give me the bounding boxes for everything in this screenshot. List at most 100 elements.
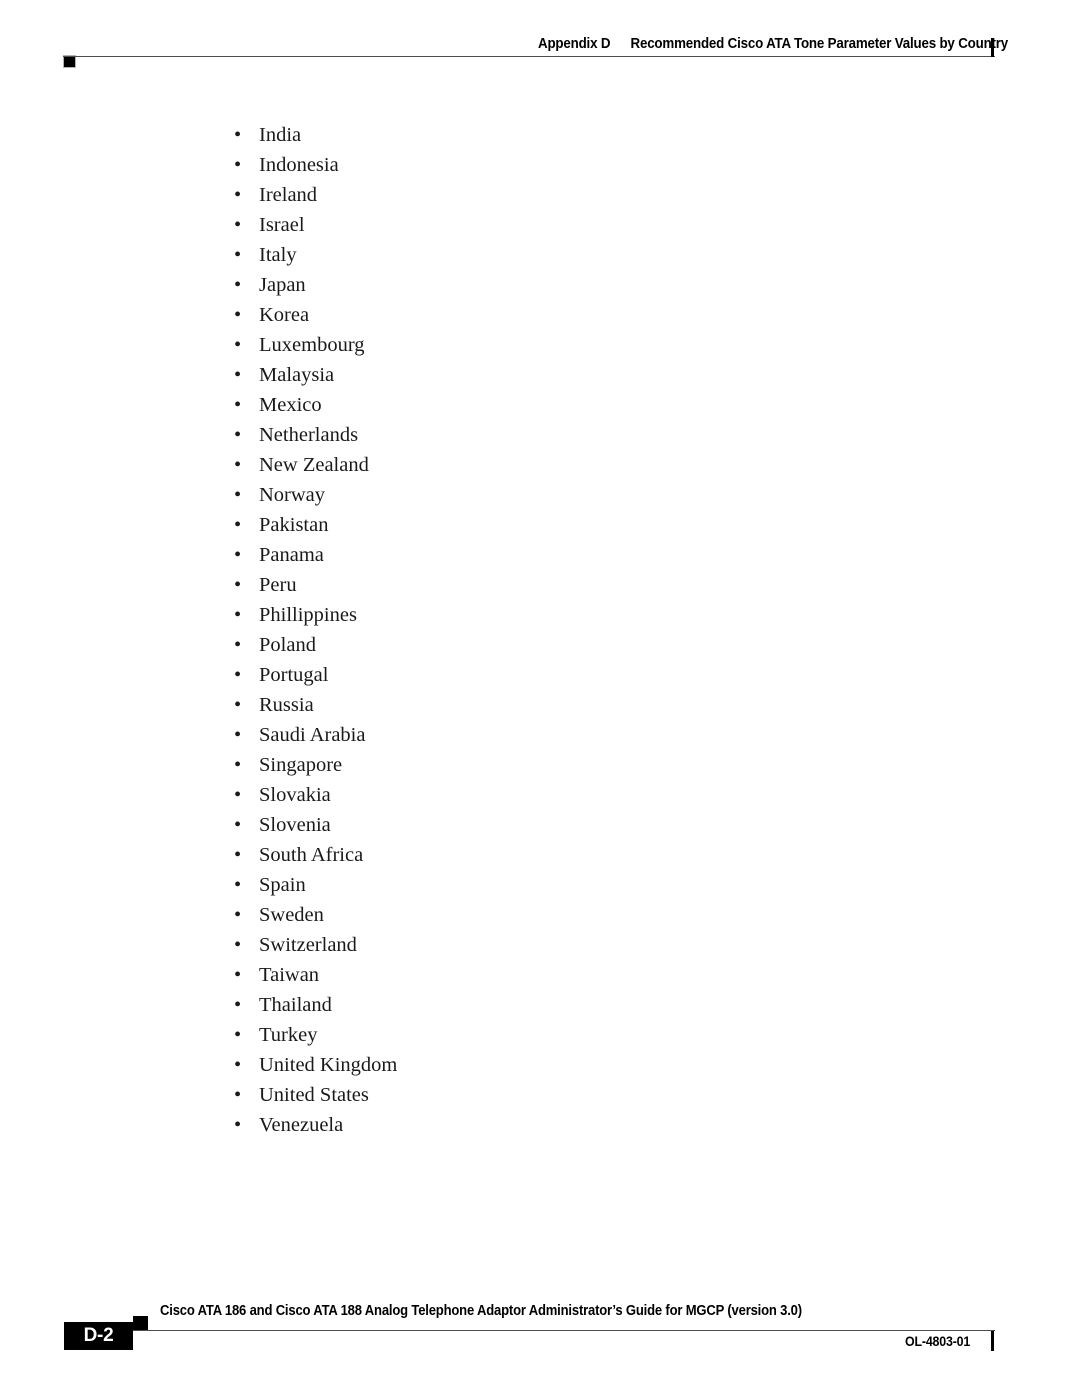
list-item-label: Poland bbox=[259, 634, 316, 656]
list-item: • Pakistan bbox=[0, 510, 1080, 540]
list-item: • Phillippines bbox=[0, 600, 1080, 630]
bullet-icon: • bbox=[234, 184, 242, 206]
list-item-label: Korea bbox=[259, 304, 310, 326]
bullet-icon: • bbox=[234, 724, 242, 746]
list-item-label: Slovakia bbox=[259, 784, 331, 806]
list-item: • Russia bbox=[0, 690, 1080, 720]
bullet-icon: • bbox=[234, 664, 242, 686]
list-item: • Indonesia bbox=[0, 150, 1080, 180]
list-item-label: Sweden bbox=[259, 904, 324, 926]
list-item-label: Pakistan bbox=[259, 514, 329, 536]
header-running-title: Appendix D Recommended Cisco ATA Tone Par… bbox=[538, 36, 1008, 52]
list-item-label: Ireland bbox=[259, 184, 318, 206]
list-item: • Mexico bbox=[0, 390, 1080, 420]
list-item-label: Thailand bbox=[259, 994, 332, 1016]
footer-page-number: D-2 bbox=[83, 1325, 114, 1346]
page-content: • India • Indonesia • Ireland • Israel • Italy • Ja… bbox=[0, 120, 1080, 1140]
bullet-icon: • bbox=[234, 424, 242, 446]
bullet-icon: • bbox=[234, 604, 242, 626]
list-item-label: Peru bbox=[259, 574, 297, 596]
bullet-icon: • bbox=[234, 964, 242, 986]
list-item: • United Kingdom bbox=[0, 1050, 1080, 1080]
list-item-label: Norway bbox=[259, 484, 326, 506]
bullet-icon: • bbox=[234, 994, 242, 1016]
header-title-text: Recommended Cisco ATA Tone Parameter Val… bbox=[630, 36, 1009, 52]
list-item-label: Indonesia bbox=[259, 154, 339, 176]
list-item: • Korea bbox=[0, 300, 1080, 330]
list-item: • Israel bbox=[0, 210, 1080, 240]
page-header: Appendix D Recommended Cisco ATA Tone Par… bbox=[0, 0, 1080, 90]
list-item: • Taiwan bbox=[0, 960, 1080, 990]
footer-rule bbox=[133, 1330, 995, 1331]
document-page: Appendix D Recommended Cisco ATA Tone Par… bbox=[0, 0, 1080, 1397]
list-item: • Slovakia bbox=[0, 780, 1080, 810]
list-item: • Malaysia bbox=[0, 360, 1080, 390]
bullet-icon: • bbox=[234, 244, 242, 266]
list-item-label: Portugal bbox=[259, 664, 329, 686]
bullet-icon: • bbox=[234, 694, 242, 716]
footer-document-id: OL-4803-01 bbox=[905, 1334, 971, 1349]
bullet-icon: • bbox=[234, 364, 242, 386]
list-item-label: Saudi Arabia bbox=[259, 724, 366, 746]
bullet-icon: • bbox=[234, 784, 242, 806]
list-item-label: Mexico bbox=[259, 394, 322, 416]
list-item: • New Zealand bbox=[0, 450, 1080, 480]
list-item-label: Japan bbox=[259, 274, 306, 296]
list-item: • Poland bbox=[0, 630, 1080, 660]
list-item-label: United States bbox=[259, 1084, 369, 1106]
list-item: • Venezuela bbox=[0, 1110, 1080, 1140]
footer-document-title: Cisco ATA 186 and Cisco ATA 188 Analog T… bbox=[160, 1303, 802, 1319]
list-item-label: Switzerland bbox=[259, 934, 357, 956]
list-item: • Singapore bbox=[0, 750, 1080, 780]
bullet-icon: • bbox=[234, 304, 242, 326]
list-item: • Slovenia bbox=[0, 810, 1080, 840]
list-item-label: Turkey bbox=[259, 1024, 318, 1046]
list-item: • South Africa bbox=[0, 840, 1080, 870]
bullet-icon: • bbox=[234, 124, 242, 146]
footer-right-tick bbox=[991, 1331, 994, 1351]
list-item-label: India bbox=[259, 124, 302, 146]
header-rule bbox=[63, 56, 995, 57]
list-item-label: Spain bbox=[259, 874, 306, 896]
list-item-label: Italy bbox=[259, 244, 297, 266]
bullet-icon: • bbox=[234, 454, 242, 476]
list-item: • Saudi Arabia bbox=[0, 720, 1080, 750]
list-item-label: Slovenia bbox=[259, 814, 331, 836]
list-item-label: Luxembourg bbox=[259, 334, 365, 356]
list-item-label: Russia bbox=[259, 694, 314, 716]
list-item: • Japan bbox=[0, 270, 1080, 300]
bullet-icon: • bbox=[234, 934, 242, 956]
list-item: • Ireland bbox=[0, 180, 1080, 210]
header-appendix-label: Appendix D bbox=[538, 36, 611, 52]
list-item: • Sweden bbox=[0, 900, 1080, 930]
list-item-label: Venezuela bbox=[259, 1114, 344, 1136]
footer-page-number-box: D-2 bbox=[64, 1322, 133, 1350]
bullet-icon: • bbox=[234, 394, 242, 416]
list-item-label: South Africa bbox=[259, 844, 364, 866]
list-item-label: Singapore bbox=[259, 754, 343, 776]
list-item: • Spain bbox=[0, 870, 1080, 900]
bullet-icon: • bbox=[234, 514, 242, 536]
bullet-icon: • bbox=[234, 844, 242, 866]
list-item-label: United Kingdom bbox=[259, 1054, 398, 1076]
bullet-icon: • bbox=[234, 754, 242, 776]
list-item: • Panama bbox=[0, 540, 1080, 570]
bullet-icon: • bbox=[234, 1024, 242, 1046]
list-item: • United States bbox=[0, 1080, 1080, 1110]
bullet-icon: • bbox=[234, 814, 242, 836]
bullet-icon: • bbox=[234, 334, 242, 356]
bullet-icon: • bbox=[234, 634, 242, 656]
list-item: • Thailand bbox=[0, 990, 1080, 1020]
bullet-icon: • bbox=[234, 484, 242, 506]
list-item: • Netherlands bbox=[0, 420, 1080, 450]
bullet-icon: • bbox=[234, 214, 242, 236]
bullet-icon: • bbox=[234, 1114, 242, 1136]
bullet-icon: • bbox=[234, 544, 242, 566]
bullet-icon: • bbox=[234, 904, 242, 926]
list-item: • Italy bbox=[0, 240, 1080, 270]
bullet-icon: • bbox=[234, 874, 242, 896]
list-item: • Turkey bbox=[0, 1020, 1080, 1050]
list-item: • Portugal bbox=[0, 660, 1080, 690]
bullet-icon: • bbox=[234, 274, 242, 296]
list-item-label: Phillippines bbox=[259, 604, 357, 626]
